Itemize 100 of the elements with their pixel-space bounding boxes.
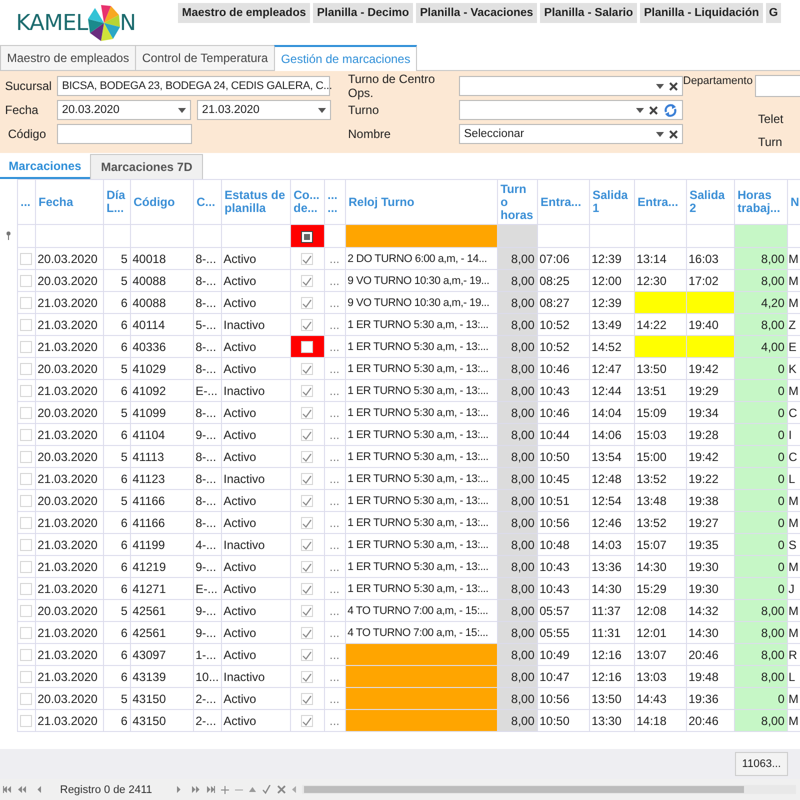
column-header[interactable]: Entra...: [634, 180, 686, 224]
close-icon[interactable]: [277, 785, 286, 794]
checkbox[interactable]: [301, 561, 313, 574]
checkbox[interactable]: [301, 583, 313, 596]
filter-checkbox[interactable]: [301, 230, 313, 243]
tab[interactable]: Gestión de marcaciones: [274, 45, 418, 71]
last-record-icon[interactable]: [206, 786, 216, 793]
row-checkbox[interactable]: [20, 495, 32, 508]
column-header[interactable]: Estatus de planilla: [221, 180, 290, 224]
checkbox[interactable]: [301, 693, 313, 706]
checkbox[interactable]: [301, 429, 313, 442]
row-checkbox[interactable]: [20, 605, 32, 618]
column-header[interactable]: Entra...: [537, 180, 589, 224]
date-field[interactable]: 21.03.2020: [197, 100, 331, 120]
column-header[interactable]: N: [787, 180, 800, 224]
column-header[interactable]: Día L...: [103, 180, 130, 224]
column-header[interactable]: Salida 1: [589, 180, 634, 224]
column-header[interactable]: ...: [17, 180, 35, 224]
filter-cell[interactable]: [345, 224, 497, 248]
table-cell: 9 VO TURNO 10:30 a,m,- 19...: [345, 270, 497, 292]
table-cell: ...: [324, 512, 345, 534]
table-cell: 41219: [130, 556, 193, 578]
refresh-icon[interactable]: [663, 102, 678, 118]
column-header[interactable]: Código: [130, 180, 193, 224]
field-label: Turn: [758, 135, 782, 149]
input-field[interactable]: [57, 124, 192, 144]
add-icon[interactable]: [221, 786, 230, 794]
module-button[interactable]: Planilla - Vacaciones: [416, 3, 538, 23]
checkbox[interactable]: [301, 627, 313, 640]
checkbox[interactable]: [301, 253, 313, 266]
clear-icon[interactable]: [669, 82, 678, 90]
previous-page-icon[interactable]: [18, 786, 27, 793]
checkbox[interactable]: [301, 297, 313, 310]
row-checkbox[interactable]: [20, 275, 32, 288]
row-checkbox[interactable]: [20, 341, 32, 354]
row-checkbox[interactable]: [20, 715, 32, 728]
field-label: Turno: [348, 103, 380, 117]
module-button[interactable]: Maestro de empleados: [178, 3, 310, 23]
tab[interactable]: Maestro de empleados: [0, 45, 136, 70]
module-button[interactable]: G: [766, 3, 781, 23]
row-checkbox[interactable]: [20, 517, 32, 530]
module-button[interactable]: Planilla - Liquidación: [640, 3, 764, 23]
row-checkbox[interactable]: [20, 407, 32, 420]
column-header[interactable]: Fecha: [35, 180, 103, 224]
tab[interactable]: Marcaciones 7D: [90, 154, 204, 179]
row-checkbox[interactable]: [20, 385, 32, 398]
dropdown-field[interactable]: [459, 76, 683, 96]
module-button[interactable]: Planilla - Salario: [540, 3, 638, 23]
clear-icon[interactable]: [649, 106, 658, 114]
dropdown-field[interactable]: BICSA, BODEGA 23, BODEGA 24, CEDIS GALERA, C...: [57, 76, 330, 96]
checkbox[interactable]: [301, 451, 313, 464]
row-checkbox[interactable]: [20, 539, 32, 552]
row-checkbox[interactable]: [20, 627, 32, 640]
checkbox[interactable]: [301, 407, 313, 420]
table-cell: 5: [103, 270, 130, 292]
checkbox[interactable]: [301, 539, 313, 552]
checkbox[interactable]: [301, 671, 313, 684]
row-checkbox[interactable]: [20, 253, 32, 266]
row-checkbox[interactable]: [20, 363, 32, 376]
table-cell: 21.03.2020: [35, 468, 103, 490]
row-checkbox[interactable]: [20, 297, 32, 310]
row-checkbox[interactable]: [20, 561, 32, 574]
row-checkbox[interactable]: [20, 649, 32, 662]
row-checkbox[interactable]: [20, 583, 32, 596]
tab[interactable]: Control de Temperatura: [135, 45, 275, 70]
checkbox[interactable]: [301, 341, 313, 354]
checkbox[interactable]: [301, 319, 313, 332]
row-checkbox[interactable]: [20, 451, 32, 464]
next-page-icon[interactable]: [191, 786, 200, 793]
triangle-up-icon[interactable]: [249, 787, 256, 792]
table-cell: Activo: [221, 490, 290, 512]
checkbox[interactable]: [301, 473, 313, 486]
checkbox[interactable]: [301, 715, 313, 728]
table-cell: 6: [103, 424, 130, 446]
column-header[interactable]: C...: [193, 180, 221, 224]
row-checkbox[interactable]: [20, 693, 32, 706]
checkbox[interactable]: [301, 517, 313, 530]
dropdown-field[interactable]: [459, 100, 683, 120]
column-header[interactable]: ... ...: [324, 180, 345, 224]
row-checkbox[interactable]: [20, 429, 32, 442]
checkbox[interactable]: [301, 605, 313, 618]
horizontal-scrollbar[interactable]: [302, 785, 796, 794]
scroll-left-icon[interactable]: [292, 786, 296, 793]
checkbox[interactable]: [301, 385, 313, 398]
check-icon[interactable]: [262, 785, 272, 794]
checkbox[interactable]: [301, 495, 313, 508]
row-checkbox[interactable]: [20, 473, 32, 486]
row-checkbox[interactable]: [20, 319, 32, 332]
input-field[interactable]: [755, 75, 800, 97]
clear-icon[interactable]: [669, 130, 678, 138]
date-field[interactable]: 20.03.2020: [57, 100, 191, 120]
dropdown-field[interactable]: Seleccionar: [459, 124, 683, 144]
column-header[interactable]: Salida 2: [686, 180, 734, 224]
checkbox[interactable]: [301, 275, 313, 288]
row-checkbox[interactable]: [20, 671, 32, 684]
checkbox[interactable]: [301, 363, 313, 376]
module-button[interactable]: Planilla - Decimo: [312, 3, 414, 23]
checkbox[interactable]: [301, 649, 313, 662]
first-record-icon[interactable]: [3, 786, 12, 793]
scrollbar-thumb[interactable]: [304, 786, 744, 793]
